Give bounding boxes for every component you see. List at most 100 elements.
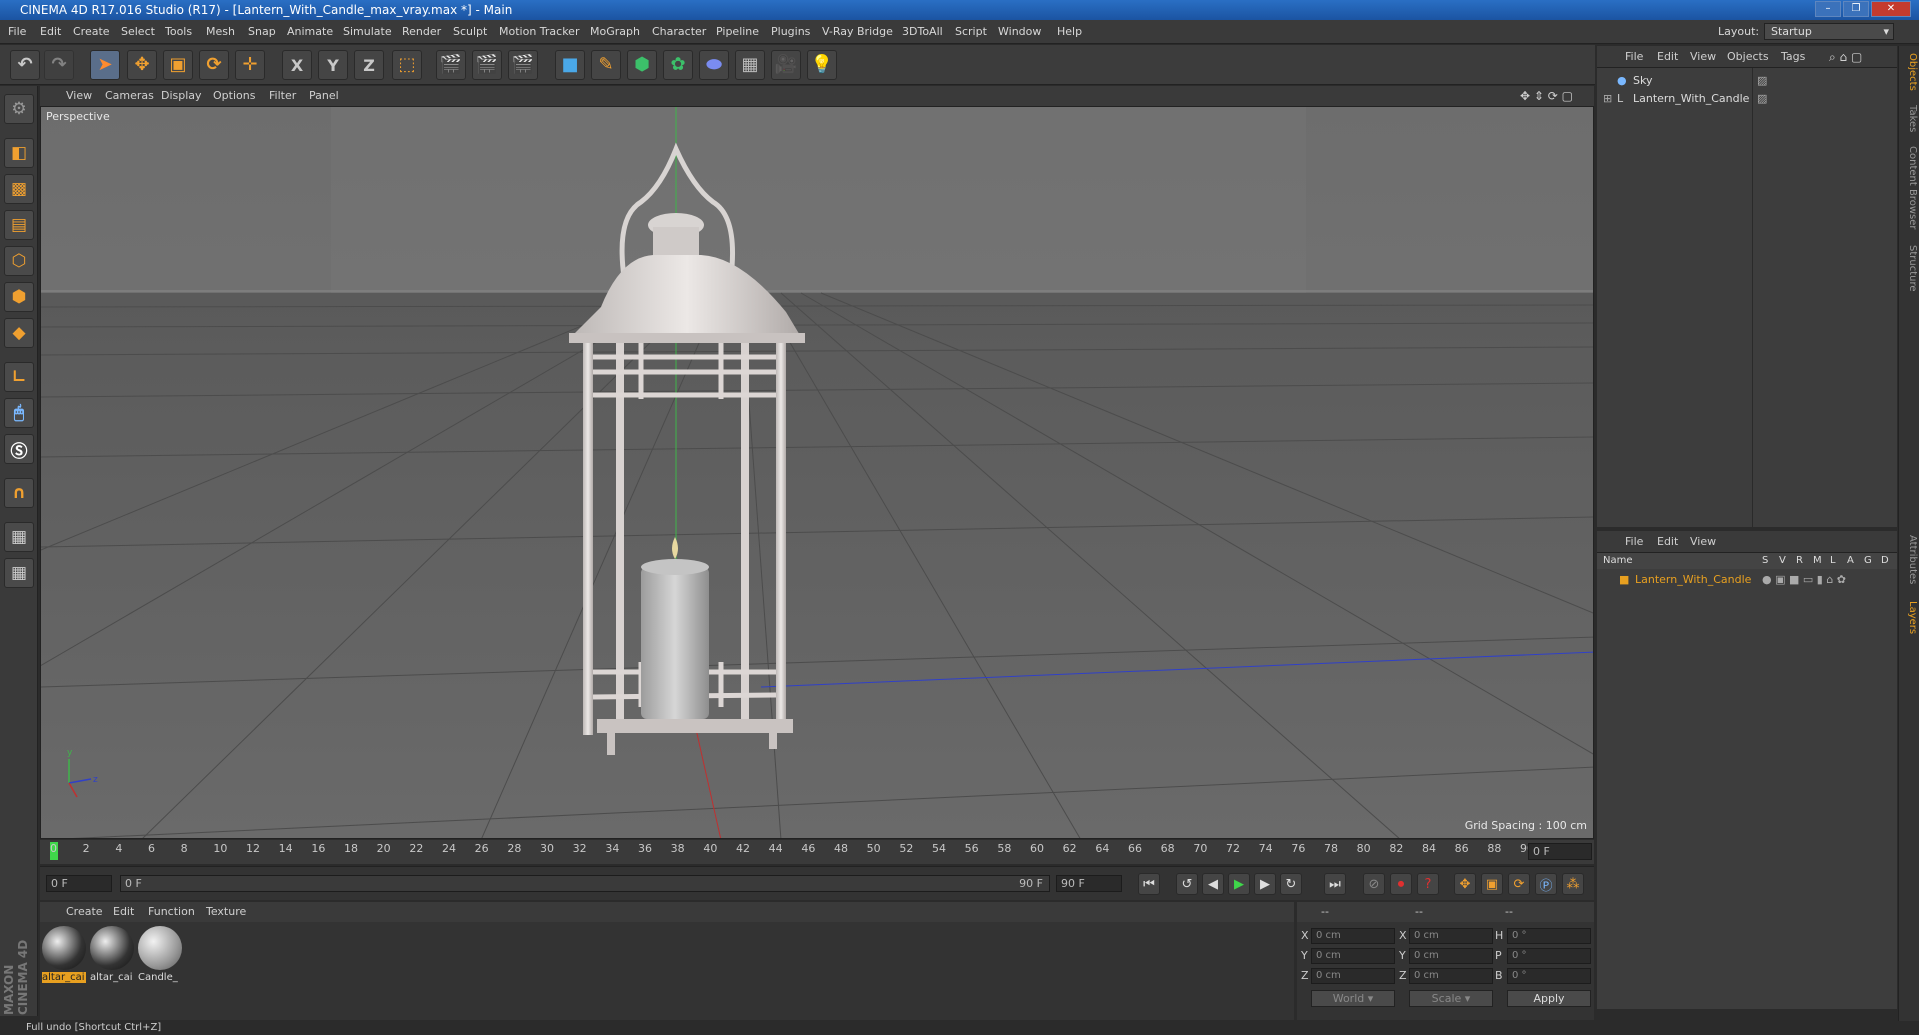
material-menu-function[interactable]: Function xyxy=(148,902,195,922)
position-x-field[interactable]: 0 cm xyxy=(1311,928,1395,944)
add-subdivision-button[interactable]: ⬢ xyxy=(627,50,657,80)
viewport-menu-view[interactable]: View xyxy=(66,86,92,106)
material-menu-texture[interactable]: Texture xyxy=(206,902,246,922)
model-mode-button[interactable]: ◧ xyxy=(4,138,34,168)
polygons-mode-button[interactable]: ◆ xyxy=(4,318,34,348)
menu-window[interactable]: Window xyxy=(998,20,1041,44)
tab-structure[interactable]: Structure xyxy=(1901,242,1918,294)
lock-workplane-button[interactable]: ▦ xyxy=(4,522,34,552)
move-button[interactable]: ✥ xyxy=(127,50,157,80)
menu-motion-tracker[interactable]: Motion Tracker xyxy=(499,20,579,44)
position-y-field[interactable]: 0 cm xyxy=(1311,948,1395,964)
add-deformer-button[interactable]: ⬬ xyxy=(699,50,729,80)
tab-content-browser[interactable]: Content Browser xyxy=(1901,144,1918,232)
object-menu-view[interactable]: View xyxy=(1690,46,1716,68)
position-z-field[interactable]: 0 cm xyxy=(1311,968,1395,984)
material-item[interactable]: altar_cai xyxy=(42,926,86,988)
next-frame-button[interactable]: ▶ xyxy=(1254,873,1276,895)
menu-create[interactable]: Create xyxy=(73,20,110,44)
redo-button[interactable]: ↷ xyxy=(44,50,74,80)
material-item[interactable]: altar_cai xyxy=(90,926,134,988)
texture-mode-button[interactable]: ▩ xyxy=(4,174,34,204)
add-camera-button[interactable]: 🎥 xyxy=(771,50,801,80)
material-menu-edit[interactable]: Edit xyxy=(113,902,134,922)
close-button[interactable]: ✕ xyxy=(1871,1,1911,17)
menu-edit[interactable]: Edit xyxy=(40,20,61,44)
menu-snap[interactable]: Snap xyxy=(248,20,276,44)
menu-simulate[interactable]: Simulate xyxy=(343,20,392,44)
edges-mode-button[interactable]: ⬢ xyxy=(4,282,34,312)
tab-takes[interactable]: Takes xyxy=(1901,102,1918,136)
go-to-end-button[interactable]: ⏭ xyxy=(1324,873,1346,895)
material-item[interactable]: Candle_ xyxy=(138,926,182,988)
rotation-p-field[interactable]: 0 ° xyxy=(1507,948,1591,964)
layout-dropdown[interactable]: Startup ▾ xyxy=(1764,23,1894,40)
tweak-mode-button[interactable]: 🖱 xyxy=(4,398,34,428)
minimize-button[interactable]: – xyxy=(1815,1,1841,17)
previous-frame-button[interactable]: ◀ xyxy=(1202,873,1224,895)
end-frame-field[interactable]: 90 F xyxy=(1056,875,1122,892)
object-row[interactable]: ⊞ L Lantern_With_Candle ▨ xyxy=(1597,90,1897,108)
add-floor-button[interactable]: ▦ xyxy=(735,50,765,80)
record-keys-button[interactable]: ⊘ xyxy=(1363,873,1385,895)
axis-mode-button[interactable]: ∟ xyxy=(4,362,34,392)
render-settings-button[interactable]: 🎬 xyxy=(508,50,538,80)
material-menu-create[interactable]: Create xyxy=(66,902,103,922)
world-dropdown[interactable]: World ▾ xyxy=(1311,990,1395,1007)
layer-menu-view[interactable]: View xyxy=(1690,531,1716,553)
key-scale-button[interactable]: ▣ xyxy=(1481,873,1503,895)
viewport-navigation-icons[interactable]: ✥ ⇕ ⟳ ▢ xyxy=(1520,86,1573,106)
frame-range-slider[interactable]: 0 F 90 F xyxy=(120,875,1050,892)
current-frame-field[interactable]: 0 F xyxy=(1528,843,1592,860)
z-axis-button[interactable]: Z xyxy=(354,50,384,80)
menu-vray-bridge[interactable]: V-Ray Bridge xyxy=(822,20,893,44)
menu-tools[interactable]: Tools xyxy=(165,20,192,44)
menu-3dtoall[interactable]: 3DToAll xyxy=(902,20,943,44)
layer-row[interactable]: ■ Lantern_With_Candle ● ▣ ■ ▭ ▮ ⌂ ✿ xyxy=(1597,571,1897,589)
tab-attributes[interactable]: Attributes xyxy=(1901,530,1918,590)
menu-sculpt[interactable]: Sculpt xyxy=(453,20,487,44)
viewport-menu-display[interactable]: Display xyxy=(161,86,202,106)
previous-key-button[interactable]: ↺ xyxy=(1176,873,1198,895)
menu-help[interactable]: Help xyxy=(1057,20,1082,44)
viewport-menu-options[interactable]: Options xyxy=(213,86,255,106)
live-selection-button[interactable]: ➤ xyxy=(90,50,120,80)
workplane-mode-button[interactable]: ▤ xyxy=(4,210,34,240)
key-pla-button[interactable]: ⁂ xyxy=(1562,873,1584,895)
undo-button[interactable]: ↶ xyxy=(10,50,40,80)
y-axis-button[interactable]: Y xyxy=(318,50,348,80)
add-mograph-button[interactable]: ✿ xyxy=(663,50,693,80)
3d-viewport[interactable]: y z Perspective Grid Spacing : 100 cm xyxy=(40,106,1594,839)
menu-plugins[interactable]: Plugins xyxy=(771,20,810,44)
add-light-button[interactable]: 💡 xyxy=(807,50,837,80)
tab-objects[interactable]: Objects xyxy=(1901,50,1918,94)
rotation-b-field[interactable]: 0 ° xyxy=(1507,968,1591,984)
tab-layers[interactable]: Layers xyxy=(1901,598,1918,638)
start-frame-field[interactable]: 0 F xyxy=(46,875,112,892)
object-menu-tags[interactable]: Tags xyxy=(1781,46,1805,68)
key-position-button[interactable]: ✥ xyxy=(1454,873,1476,895)
viewport-menu-cameras[interactable]: Cameras xyxy=(105,86,154,106)
coordinate-system-button[interactable]: ⬚ xyxy=(392,50,422,80)
magnet-button[interactable]: ∩ xyxy=(4,478,34,508)
play-button[interactable]: ▶ xyxy=(1228,873,1250,895)
size-y-field[interactable]: 0 cm xyxy=(1409,948,1493,964)
menu-script[interactable]: Script xyxy=(955,20,987,44)
object-menu-edit[interactable]: Edit xyxy=(1657,46,1678,68)
apply-button[interactable]: Apply xyxy=(1507,990,1591,1007)
object-menu-objects[interactable]: Objects xyxy=(1727,46,1769,68)
viewport-menu-filter[interactable]: Filter xyxy=(269,86,296,106)
object-menu-file[interactable]: File xyxy=(1625,46,1643,68)
x-axis-button[interactable]: X xyxy=(282,50,312,80)
snapping-button[interactable]: Ⓢ xyxy=(4,434,34,464)
viewport-menu-panel[interactable]: Panel xyxy=(309,86,339,106)
size-z-field[interactable]: 0 cm xyxy=(1409,968,1493,984)
scale-dropdown[interactable]: Scale ▾ xyxy=(1409,990,1493,1007)
object-row[interactable]: ● Sky ▨ xyxy=(1597,72,1897,90)
menu-mesh[interactable]: Mesh xyxy=(206,20,235,44)
make-editable-button[interactable]: ⚙ xyxy=(4,94,34,124)
layer-toggle-icons[interactable]: ● ▣ ■ ▭ ▮ ⌂ ✿ xyxy=(1762,571,1846,589)
render-picture-viewer-button[interactable]: 🎬 xyxy=(472,50,502,80)
menu-render[interactable]: Render xyxy=(402,20,441,44)
transform-button[interactable]: ✛ xyxy=(235,50,265,80)
